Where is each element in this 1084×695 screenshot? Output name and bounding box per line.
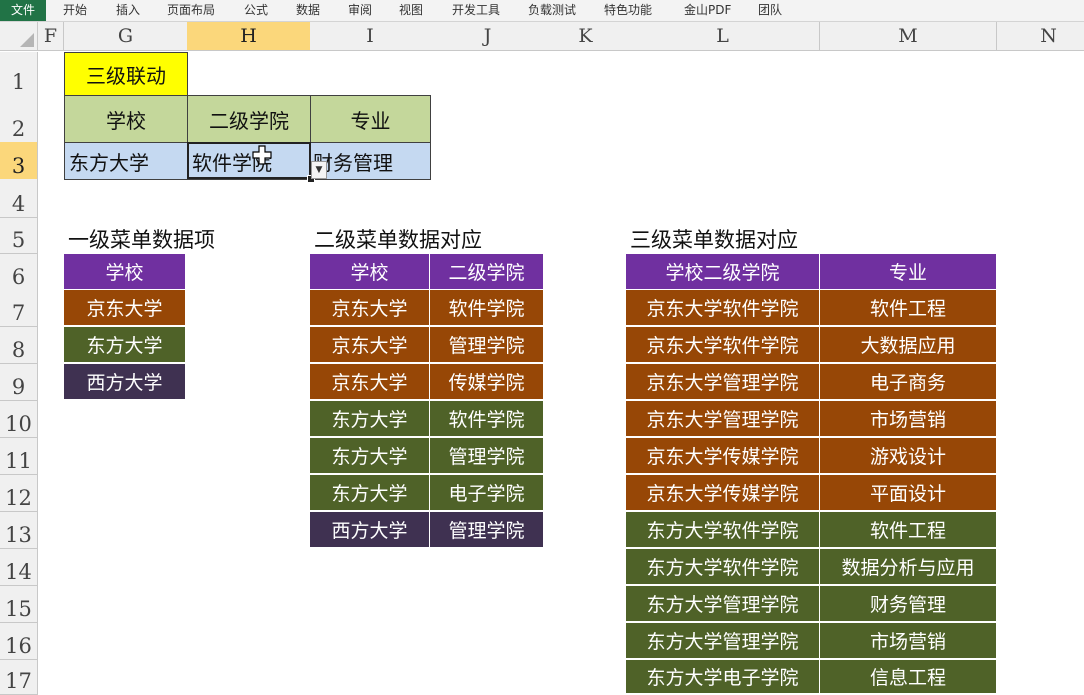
level3-key-cell[interactable]: 京东大学管理学院: [626, 364, 821, 401]
row-header-16[interactable]: 16: [0, 623, 38, 660]
level2-header-college[interactable]: 二级学院: [430, 254, 545, 291]
level3-major-cell[interactable]: 信息工程: [820, 660, 998, 695]
column-header-m[interactable]: M: [820, 22, 997, 51]
header-school-cell[interactable]: 学校: [64, 95, 188, 143]
ribbon-tab-5[interactable]: 数据: [296, 0, 320, 21]
ribbon-tab-4[interactable]: 公式: [244, 0, 268, 21]
level2-header-school[interactable]: 学校: [310, 254, 431, 291]
column-header-i[interactable]: I: [310, 22, 431, 51]
level3-key-cell[interactable]: 京东大学传媒学院: [626, 475, 821, 512]
level2-school-cell[interactable]: 京东大学: [310, 364, 431, 401]
ribbon-tab-6[interactable]: 审阅: [348, 0, 372, 21]
level3-key-cell[interactable]: 东方大学管理学院: [626, 586, 821, 623]
level1-item[interactable]: 西方大学: [64, 364, 187, 401]
row-header-13[interactable]: 13: [0, 512, 38, 549]
row-header-6[interactable]: 6: [0, 254, 38, 291]
level3-major-cell[interactable]: 市场营销: [820, 401, 998, 438]
level1-title: 一级菜单数据项: [68, 228, 215, 252]
level2-college-cell[interactable]: 管理学院: [430, 438, 545, 475]
level2-school-cell[interactable]: 京东大学: [310, 327, 431, 364]
level3-major-cell[interactable]: 软件工程: [820, 512, 998, 549]
level3-key-cell[interactable]: 东方大学电子学院: [626, 660, 821, 695]
school-value-cell[interactable]: 东方大学: [64, 142, 188, 180]
level2-college-cell[interactable]: 软件学院: [430, 290, 545, 327]
level3-key-cell[interactable]: 东方大学管理学院: [626, 623, 821, 660]
header-major-cell[interactable]: 专业: [310, 95, 431, 143]
level3-key-cell[interactable]: 京东大学软件学院: [626, 290, 821, 327]
row-header-2[interactable]: 2: [0, 95, 38, 143]
level3-header-key[interactable]: 学校二级学院: [626, 254, 821, 291]
level2-college-cell[interactable]: 电子学院: [430, 475, 545, 512]
level2-school-cell[interactable]: 东方大学: [310, 401, 431, 438]
major-value-cell[interactable]: 财务管理: [310, 142, 431, 180]
column-header-n[interactable]: N: [997, 22, 1084, 51]
ribbon-tab-9[interactable]: 负载测试: [528, 0, 576, 21]
select-all-icon: [20, 33, 34, 47]
row-header-3[interactable]: 3: [0, 142, 38, 180]
ribbon-tab-3[interactable]: 页面布局: [167, 0, 215, 21]
level1-item[interactable]: 东方大学: [64, 327, 187, 364]
level3-major-cell[interactable]: 大数据应用: [820, 327, 998, 364]
column-header-f[interactable]: F: [38, 22, 64, 51]
column-header-k[interactable]: K: [545, 22, 627, 51]
level2-college-cell[interactable]: 传媒学院: [430, 364, 545, 401]
row-header-15[interactable]: 15: [0, 586, 38, 623]
level3-key-cell[interactable]: 东方大学软件学院: [626, 549, 821, 586]
dropdown-arrow-icon: ▼: [315, 165, 323, 175]
row-header-4[interactable]: 4: [0, 179, 38, 218]
ribbon-tab-10[interactable]: 特色功能: [604, 0, 652, 21]
level2-college-cell[interactable]: 管理学院: [430, 512, 545, 549]
column-header-g[interactable]: G: [64, 22, 188, 51]
level2-school-cell[interactable]: 京东大学: [310, 290, 431, 327]
ribbon-tab-8[interactable]: 开发工具: [452, 0, 500, 21]
row-header-9[interactable]: 9: [0, 364, 38, 401]
level1-header[interactable]: 学校: [64, 254, 187, 291]
level2-college-cell[interactable]: 管理学院: [430, 327, 545, 364]
level3-major-cell[interactable]: 平面设计: [820, 475, 998, 512]
level3-major-cell[interactable]: 游戏设计: [820, 438, 998, 475]
level2-school-cell[interactable]: 东方大学: [310, 475, 431, 512]
level3-major-cell[interactable]: 软件工程: [820, 290, 998, 327]
level2-school-cell[interactable]: 西方大学: [310, 512, 431, 549]
level3-major-cell[interactable]: 市场营销: [820, 623, 998, 660]
ribbon-tab-11[interactable]: 金山PDF: [684, 0, 731, 21]
select-all-corner[interactable]: [0, 22, 38, 51]
level3-major-cell[interactable]: 财务管理: [820, 586, 998, 623]
row-header-5[interactable]: 5: [0, 218, 38, 254]
college-value-cell[interactable]: 软件学院: [187, 142, 311, 180]
level1-item[interactable]: 京东大学: [64, 290, 187, 327]
row-header-10[interactable]: 10: [0, 401, 38, 438]
level3-key-cell[interactable]: 东方大学软件学院: [626, 512, 821, 549]
ribbon-tab-7[interactable]: 视图: [399, 0, 423, 21]
ribbon-tab-2[interactable]: 插入: [116, 0, 140, 21]
level2-school-cell[interactable]: 东方大学: [310, 438, 431, 475]
ribbon-tab-12[interactable]: 团队: [758, 0, 782, 21]
level3-major-cell[interactable]: 电子商务: [820, 364, 998, 401]
ribbon-tab-1[interactable]: 开始: [63, 0, 87, 21]
level2-college-cell[interactable]: 软件学院: [430, 401, 545, 438]
column-header-j[interactable]: J: [430, 22, 546, 51]
level3-key-cell[interactable]: 京东大学软件学院: [626, 327, 821, 364]
level3-major-cell[interactable]: 数据分析与应用: [820, 549, 998, 586]
row-header-17[interactable]: 17: [0, 660, 38, 695]
row-header-12[interactable]: 12: [0, 475, 38, 512]
column-header-l[interactable]: L: [626, 22, 820, 51]
row-header-11[interactable]: 11: [0, 438, 38, 475]
level3-header-major[interactable]: 专业: [820, 254, 998, 291]
row-header-1[interactable]: 1: [0, 52, 38, 96]
title-cell[interactable]: 三级联动: [64, 52, 188, 96]
row-header-7[interactable]: 7: [0, 290, 38, 327]
level3-key-cell[interactable]: 京东大学传媒学院: [626, 438, 821, 475]
row-header-8[interactable]: 8: [0, 327, 38, 364]
dropdown-button[interactable]: ▼: [311, 161, 327, 179]
column-header-h[interactable]: H: [187, 22, 311, 51]
level3-title: 三级菜单数据对应: [630, 228, 798, 252]
ribbon-tab-0[interactable]: 文件: [0, 0, 46, 21]
header-college-cell[interactable]: 二级学院: [187, 95, 311, 143]
level2-title: 二级菜单数据对应: [314, 228, 482, 252]
ribbon-tab-bar: 文件 开始 插入 页面布局 公式 数据 审阅 视图 开发工具 负载测试 特色功能 金山PDF 团队: [0, 0, 1084, 22]
row-header-14[interactable]: 14: [0, 549, 38, 586]
level3-key-cell[interactable]: 京东大学管理学院: [626, 401, 821, 438]
